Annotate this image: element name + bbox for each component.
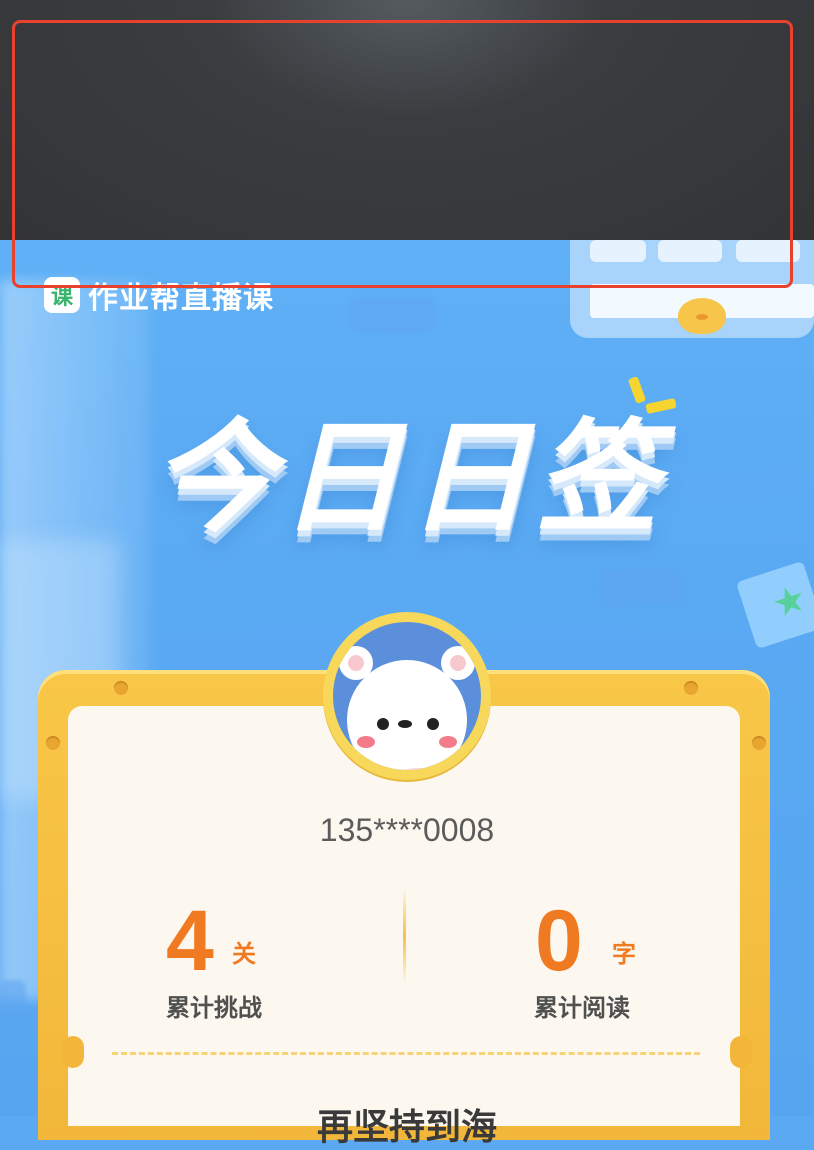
avatar[interactable]: [333, 622, 481, 770]
card-notch-left: [62, 1036, 84, 1068]
user-phone: 135****0008: [319, 812, 495, 848]
card-notch-right: [730, 1036, 752, 1068]
highlight-box: [12, 20, 793, 288]
bear-avatar-icon: [347, 660, 467, 770]
dashed-divider: [112, 1052, 700, 1055]
background-blob: [600, 570, 684, 604]
challenge-count: 4: [166, 893, 214, 989]
challenge-unit: 关: [232, 941, 256, 968]
background-blob: [350, 298, 435, 332]
bolt-decoration: [684, 681, 698, 695]
bolt-decoration: [114, 681, 128, 695]
reading-unit: 字: [612, 941, 636, 968]
footer-text-partial: 再坚持到海: [316, 1106, 497, 1147]
reading-label: 累计阅读: [534, 995, 630, 1022]
challenge-label: 累计挑战: [166, 995, 262, 1022]
reading-count: 0: [535, 893, 583, 989]
banner-title: 今日日签: [152, 409, 664, 546]
bolt-decoration: [46, 736, 60, 750]
background-blob: [0, 980, 26, 1016]
bolt-decoration: [752, 736, 766, 750]
chick-icon: [678, 298, 726, 334]
sparkle-icon: [627, 375, 690, 435]
stats-divider: [403, 888, 406, 984]
